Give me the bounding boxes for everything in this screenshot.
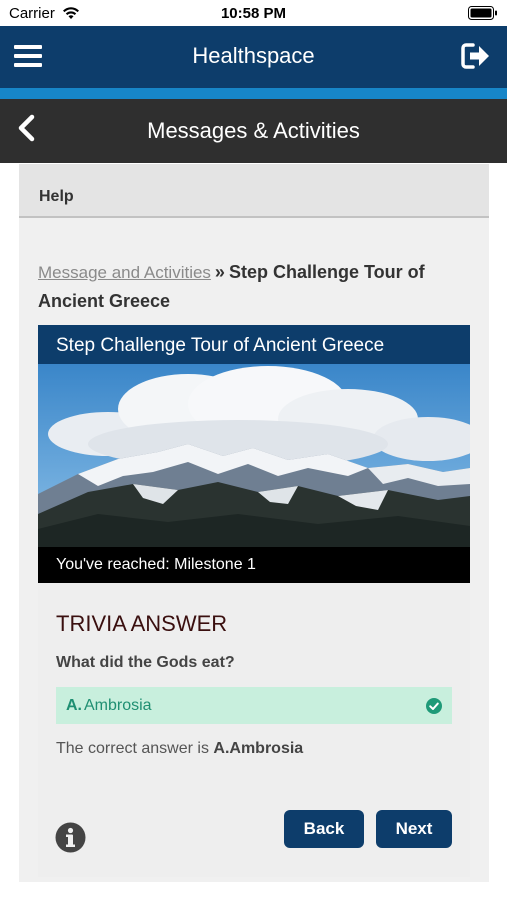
status-bar: Carrier 10:58 PM <box>0 0 507 26</box>
answer-letter: A. <box>66 697 82 714</box>
correct-answer-value: A.Ambrosia <box>213 740 304 757</box>
mountain-image <box>38 364 470 547</box>
mountain-illustration <box>38 364 470 547</box>
trivia-heading: TRIVIA ANSWER <box>56 611 228 636</box>
help-label: Help <box>39 188 74 205</box>
correct-answer-text: The correct answer is A.Ambrosia <box>56 740 303 758</box>
trivia-question: What did the Gods eat? <box>56 654 235 671</box>
next-button[interactable]: Next <box>376 810 452 848</box>
correct-answer-prefix: The correct answer is <box>56 740 209 757</box>
app-header: Healthspace <box>0 26 507 88</box>
clock: 10:58 PM <box>220 5 287 22</box>
card-title: Step Challenge Tour of Ancient Greece <box>38 325 470 364</box>
app-title: Healthspace <box>192 43 315 68</box>
breadcrumb-separator: » <box>214 262 225 282</box>
sub-header: Messages & Activities <box>0 99 507 163</box>
page-title: Messages & Activities <box>147 118 360 143</box>
logout-icon[interactable] <box>461 42 491 70</box>
milestone-banner: You've reached: Milestone 1 <box>38 547 470 583</box>
check-circle-icon <box>426 698 442 714</box>
info-icon[interactable] <box>55 822 86 853</box>
answer-option: A. Ambrosia <box>56 687 452 724</box>
back-button[interactable]: Back <box>284 810 364 848</box>
battery-icon <box>468 6 497 20</box>
breadcrumb-link[interactable]: Message and Activities <box>38 263 211 282</box>
help-bar[interactable]: Help <box>19 164 489 218</box>
answer-text: Ambrosia <box>84 697 152 714</box>
breadcrumb: Message and Activities» Step Challenge To… <box>38 258 468 316</box>
accent-bar <box>0 88 507 99</box>
